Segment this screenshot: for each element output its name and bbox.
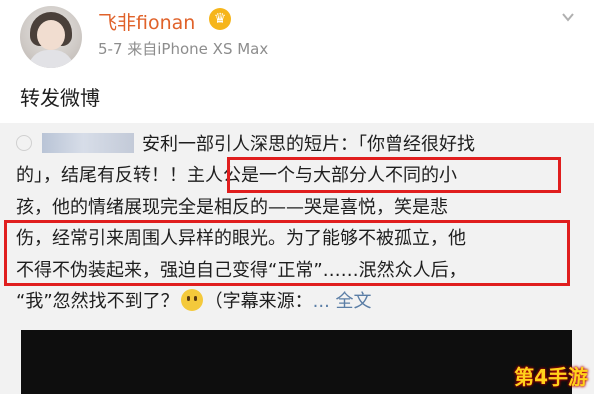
chevron-down-icon[interactable] [561,10,575,24]
smile-emoji-icon [180,289,203,312]
crown-icon: ♛ [209,8,231,30]
highlight-box-1 [227,157,561,193]
text-line-1: 安利一部引人深思的短片：「你曾经很好找 [16,129,584,160]
post-meta: 5-7 来自iPhone XS Max [98,40,269,58]
site-watermark: 第4手游 [514,365,588,389]
username[interactable]: 飞非fionan [98,8,195,35]
avatar[interactable] [20,6,82,68]
avatar-face [37,20,65,50]
video-player[interactable] [21,330,572,394]
repost-text: 转发微博 [20,86,100,110]
blurred-mention[interactable] [42,133,134,153]
mention-avatar-icon [16,135,32,151]
avatar-shirt [28,50,74,68]
text-line-6: “我”忽然找不到了？ （字幕来源：... 全文 [16,289,372,313]
text-line-3: 孩，他的情绪展现完全是相反的——哭是喜悦，笑是悲 [16,196,448,218]
highlight-box-2 [4,220,570,286]
full-text-link[interactable]: ... 全文 [313,291,372,312]
